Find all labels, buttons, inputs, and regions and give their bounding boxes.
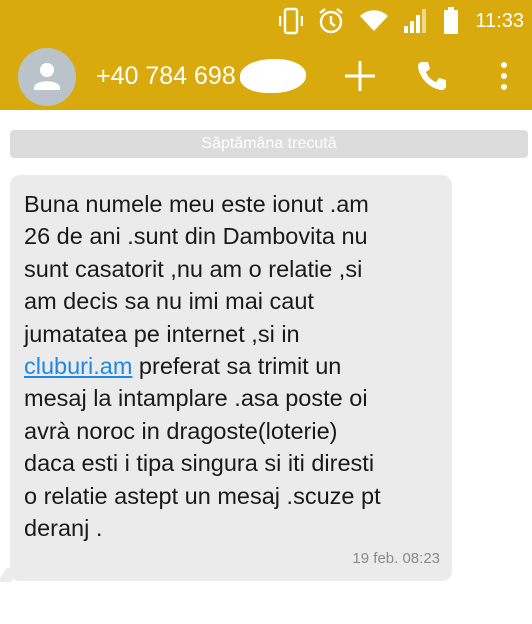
signal-icon bbox=[403, 8, 429, 34]
wifi-icon bbox=[359, 9, 389, 33]
battery-icon bbox=[443, 7, 459, 35]
more-vert-icon bbox=[501, 62, 507, 90]
more-options-button[interactable] bbox=[484, 56, 524, 96]
message-text: Buna numele meu este ionut .am 26 de ani… bbox=[24, 188, 452, 544]
add-icon bbox=[345, 61, 375, 91]
redaction-mark bbox=[240, 59, 306, 93]
contact-avatar[interactable] bbox=[18, 48, 76, 106]
message-bubble[interactable]: Buna numele meu este ionut .am 26 de ani… bbox=[10, 175, 452, 581]
message-link[interactable]: cluburi.am bbox=[24, 353, 132, 379]
alarm-icon bbox=[317, 7, 345, 35]
status-icons: 11:33 bbox=[279, 6, 524, 36]
contact-number: +40 784 698 bbox=[96, 62, 236, 90]
date-divider: Săptămâna trecută bbox=[10, 130, 528, 158]
message-text-part: preferat sa trimit un mesaj la intamplar… bbox=[24, 353, 381, 542]
status-clock: 11:33 bbox=[475, 9, 524, 32]
message-timestamp: 19 feb. 08:23 bbox=[352, 550, 440, 567]
person-icon bbox=[34, 63, 60, 90]
phone-icon bbox=[418, 62, 446, 90]
vibrate-icon bbox=[279, 7, 304, 35]
message-text-part: Buna numele meu este ionut .am 26 de ani… bbox=[24, 191, 369, 347]
add-contact-button[interactable] bbox=[340, 56, 380, 96]
status-bar: 11:33 bbox=[0, 0, 532, 44]
app-bar: +40 784 698 bbox=[0, 44, 532, 110]
call-button[interactable] bbox=[412, 56, 452, 96]
